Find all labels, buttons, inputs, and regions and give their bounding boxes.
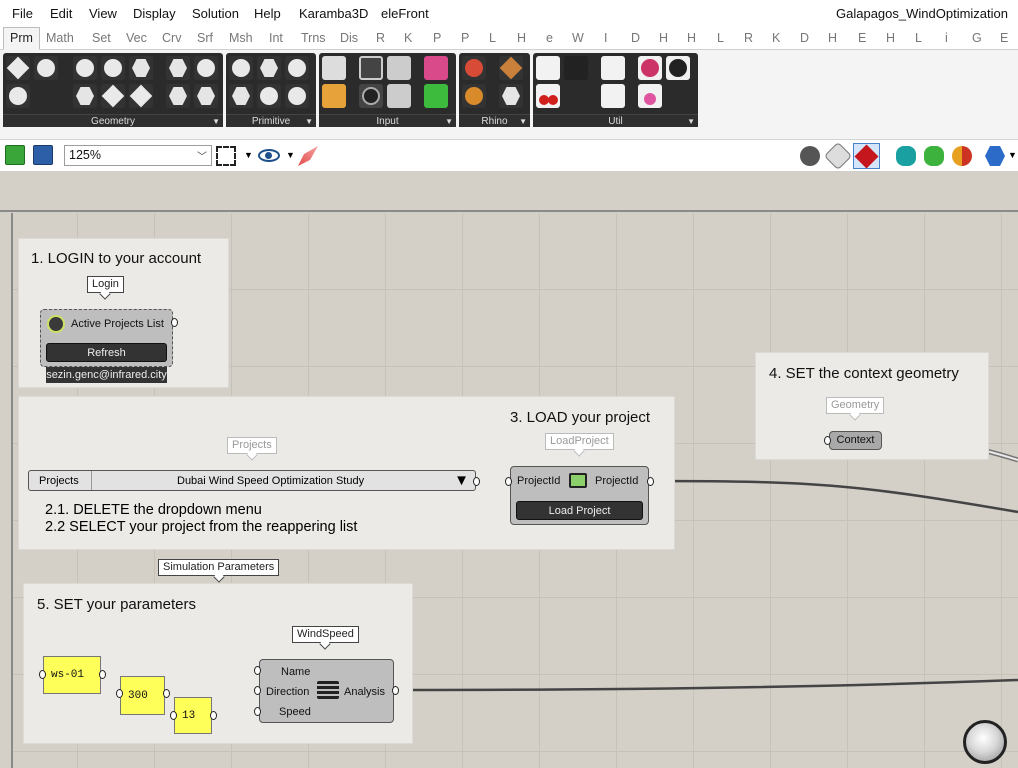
callout-loadproject: LoadProject bbox=[545, 433, 614, 457]
dropdown-label: Projects bbox=[39, 475, 79, 487]
canvas-navigation-widget[interactable] bbox=[963, 720, 1007, 764]
input-name-label: Name bbox=[281, 666, 311, 678]
output-port[interactable] bbox=[171, 318, 178, 327]
panel-speed-value: 13 bbox=[182, 709, 196, 722]
refresh-button[interactable]: Refresh bbox=[46, 343, 167, 362]
output-port[interactable] bbox=[647, 477, 654, 486]
grasshopper-window: File Edit View Display Solution Help Kar… bbox=[0, 0, 1018, 768]
load-project-component[interactable]: ProjectId ProjectId Load Project bbox=[510, 466, 649, 525]
output-port[interactable] bbox=[210, 711, 217, 720]
input-port[interactable] bbox=[505, 477, 512, 486]
output-port[interactable] bbox=[473, 477, 480, 486]
input-port[interactable] bbox=[824, 436, 831, 445]
callout-simulation-parameters: Simulation Parameters bbox=[158, 559, 280, 583]
active-projects-component[interactable]: Active Projects List Refresh bbox=[40, 309, 173, 367]
input-projectid: ProjectId bbox=[517, 475, 561, 487]
panel-speed[interactable]: 13 bbox=[174, 697, 212, 734]
panel-name[interactable]: ws-01 bbox=[43, 656, 101, 694]
dropdown-divider bbox=[91, 471, 92, 490]
note-delete: 2.1. DELETE the dropdown menu bbox=[45, 502, 262, 518]
output-port[interactable] bbox=[163, 689, 170, 698]
component-label: Active Projects List bbox=[71, 318, 164, 330]
output-analysis-label: Analysis bbox=[344, 686, 385, 698]
input-port[interactable] bbox=[170, 711, 177, 720]
group-parameters-title: 5. SET your parameters bbox=[37, 596, 196, 613]
windspeed-component[interactable]: Name Direction Speed Analysis bbox=[259, 659, 394, 723]
load-project-button[interactable]: Load Project bbox=[516, 501, 643, 520]
callout-geometry: Geometry bbox=[826, 397, 885, 421]
wire-projectid-out bbox=[651, 479, 1018, 514]
input-port[interactable] bbox=[254, 666, 261, 675]
group-login-title: 1. LOGIN to your account bbox=[31, 250, 202, 267]
panel-direction-value: 300 bbox=[128, 689, 148, 702]
input-port[interactable] bbox=[254, 686, 261, 695]
group-context-title: 4. SET the context geometry bbox=[769, 365, 959, 382]
context-param[interactable]: Context bbox=[829, 431, 882, 450]
user-email: sezin.genc@infrared.city bbox=[46, 367, 167, 383]
input-speed-label: Speed bbox=[279, 706, 311, 718]
input-port[interactable] bbox=[254, 707, 261, 716]
callout-projects: Projects bbox=[227, 437, 277, 461]
note-select: 2.2 SELECT your project from the reapper… bbox=[45, 519, 358, 535]
output-projectid: ProjectId bbox=[595, 475, 639, 487]
wind-icon bbox=[317, 681, 339, 699]
user-icon bbox=[47, 315, 65, 333]
wire-analysis-out bbox=[397, 678, 1018, 692]
callout-windspeed: WindSpeed bbox=[292, 626, 359, 650]
input-port[interactable] bbox=[116, 689, 123, 698]
dropdown-value: Dubai Wind Speed Optimization Study bbox=[177, 475, 365, 487]
load-project-icon bbox=[569, 473, 587, 488]
panel-name-value: ws-01 bbox=[51, 669, 85, 681]
callout-login: Login bbox=[87, 276, 124, 300]
projects-dropdown[interactable]: Projects Dubai Wind Speed Optimization S… bbox=[28, 470, 476, 491]
panel-direction[interactable]: 300 bbox=[120, 676, 165, 715]
dropdown-arrow-icon[interactable]: ▼ bbox=[454, 472, 469, 489]
input-port[interactable] bbox=[39, 670, 46, 679]
output-port[interactable] bbox=[99, 670, 106, 679]
input-direction-label: Direction bbox=[266, 686, 310, 698]
output-port[interactable] bbox=[392, 686, 399, 695]
group-load-title: 3. LOAD your project bbox=[510, 409, 651, 426]
